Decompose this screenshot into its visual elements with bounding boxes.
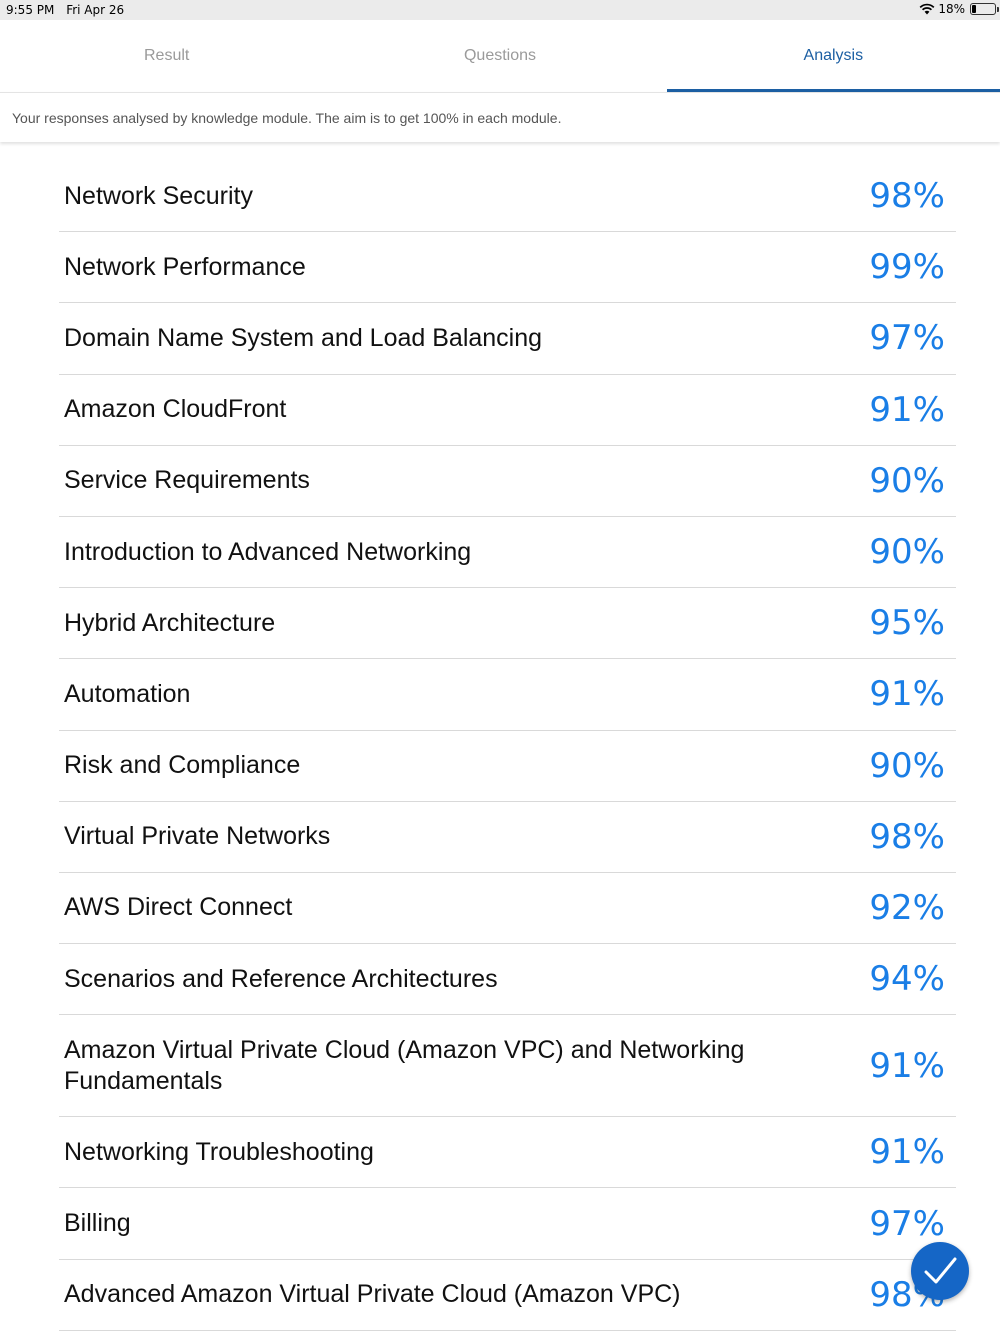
module-row[interactable]: Amazon Virtual Private Cloud (Amazon VPC… xyxy=(59,1015,956,1118)
module-score: 92% xyxy=(869,887,945,928)
module-name: Domain Name System and Load Balancing xyxy=(64,323,543,352)
module-name: Networking Troubleshooting xyxy=(64,1137,374,1166)
battery-fill xyxy=(972,5,976,13)
status-time: 9:55 PM xyxy=(6,3,55,17)
status-right: 18% xyxy=(919,2,999,16)
module-row[interactable]: Network Performance 99% xyxy=(59,232,956,304)
complete-button[interactable] xyxy=(911,1242,969,1300)
module-name: Hybrid Architecture xyxy=(64,608,276,637)
module-score: 94% xyxy=(869,959,945,1000)
module-name: Scenarios and Reference Architectures xyxy=(64,964,498,993)
tab-analysis[interactable]: Analysis xyxy=(666,20,1000,92)
module-row[interactable]: Networking Troubleshooting 91% xyxy=(59,1117,956,1189)
module-score: 90% xyxy=(869,460,945,501)
module-row[interactable]: Hybrid Architecture 95% xyxy=(59,588,956,660)
module-row[interactable]: Automation 91% xyxy=(59,659,956,731)
module-name: Amazon CloudFront xyxy=(64,395,287,424)
module-score: 91% xyxy=(869,1132,945,1173)
module-row[interactable]: Scenarios and Reference Architectures 94% xyxy=(59,944,956,1016)
checkmark-icon xyxy=(924,1257,957,1284)
module-list: Network Security 98% Network Performance 99… xyxy=(59,161,956,1331)
module-row[interactable]: Billing 97% xyxy=(59,1188,956,1260)
tab-bar: Result Questions Analysis xyxy=(0,20,1000,92)
module-row[interactable]: Virtual Private Networks 98% xyxy=(59,802,956,873)
module-name: Automation xyxy=(64,679,191,708)
module-score: 90% xyxy=(869,745,945,786)
module-score: 98% xyxy=(869,176,945,217)
battery-percent: 18% xyxy=(938,2,965,16)
analysis-description: Your responses analysed by knowledge mod… xyxy=(0,92,1000,142)
module-row[interactable]: Advanced Amazon Virtual Private Cloud (A… xyxy=(59,1260,956,1331)
module-name: Virtual Private Networks xyxy=(64,822,331,851)
module-row[interactable]: Introduction to Advanced Networking 90% xyxy=(59,517,956,589)
module-name: Advanced Amazon Virtual Private Cloud (A… xyxy=(64,1280,681,1309)
status-bar: 9:55 PM Fri Apr 26 18% xyxy=(0,0,1000,20)
module-score: 91% xyxy=(869,1045,945,1086)
module-name: Billing xyxy=(64,1209,131,1238)
module-row[interactable]: Risk and Compliance 90% xyxy=(59,731,956,802)
module-row[interactable]: AWS Direct Connect 92% xyxy=(59,873,956,945)
battery-icon xyxy=(970,3,999,15)
wifi-icon xyxy=(919,3,935,15)
module-score: 98% xyxy=(869,816,945,857)
module-score: 91% xyxy=(869,674,945,715)
module-row[interactable]: Domain Name System and Load Balancing 97% xyxy=(59,303,956,375)
module-name: Network Performance xyxy=(64,252,306,281)
module-score: 95% xyxy=(869,603,945,644)
module-name: Introduction to Advanced Networking xyxy=(64,537,472,566)
module-name: Service Requirements xyxy=(64,466,310,495)
tab-result[interactable]: Result xyxy=(0,20,333,92)
module-name: Network Security xyxy=(64,181,253,210)
module-score: 97% xyxy=(869,1203,945,1244)
tab-questions[interactable]: Questions xyxy=(333,20,666,92)
module-name: Amazon Virtual Private Cloud (Amazon VPC… xyxy=(64,1035,745,1095)
status-date: Fri Apr 26 xyxy=(66,3,125,17)
module-score: 99% xyxy=(869,247,945,288)
module-score: 90% xyxy=(869,532,945,573)
module-score: 97% xyxy=(869,318,945,359)
module-name: AWS Direct Connect xyxy=(64,893,293,922)
module-row[interactable]: Amazon CloudFront 91% xyxy=(59,375,956,446)
module-name: Risk and Compliance xyxy=(64,751,301,780)
module-score: 91% xyxy=(869,389,945,430)
module-row[interactable]: Service Requirements 90% xyxy=(59,446,956,517)
module-row[interactable]: Network Security 98% xyxy=(59,161,956,233)
status-left: 9:55 PM Fri Apr 26 xyxy=(6,3,132,17)
